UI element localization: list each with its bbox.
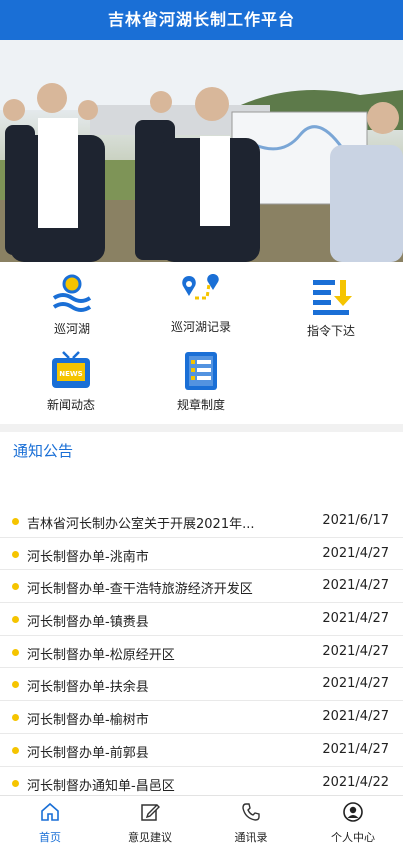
section-divider [0, 424, 403, 432]
notice-title: 河长制督办单-扶余县 [27, 680, 149, 696]
notice-date: 2021/4/27 [322, 578, 389, 594]
notice-title: 河长制督办单-松原经开区 [27, 647, 175, 663]
bullet-dot [12, 714, 19, 722]
notice-row[interactable]: 河长制督办单-松原经开区 2021/4/27 [0, 636, 403, 669]
page-title: 吉林省河湖长制工作平台 [107, 10, 295, 29]
notice-date: 2021/4/27 [322, 709, 389, 725]
notice-row[interactable]: 河长制督办单-镇赉县 2021/4/27 [0, 603, 403, 636]
bullet-dot [12, 583, 19, 591]
tab-suggestions[interactable]: 意见建议 [100, 796, 200, 850]
notice-list: 吉林省河长制办公室关于开展2021年... 2021/6/17 河长制督办单-洮… [0, 505, 403, 800]
notice-row[interactable]: 河长制督办单-前郭县 2021/4/27 [0, 734, 403, 767]
news-icon: NEWS [4, 348, 138, 392]
menu-river-patrol-label: 巡河湖 [53, 322, 90, 336]
banner-image[interactable] [0, 40, 403, 262]
menu-instruction[interactable]: 指令下达 [264, 274, 398, 348]
app-header: 吉林省河湖长制工作平台 [0, 0, 403, 40]
menu-news[interactable]: NEWS 新闻动态 [4, 348, 138, 422]
feature-grid: 巡河湖 巡河湖记录 指令下达 NEWS 新闻动态 规章制度 [0, 262, 403, 422]
tab-profile-label: 个人中心 [331, 831, 375, 844]
bullet-dot [12, 550, 19, 558]
notice-date: 2021/4/22 [322, 774, 389, 790]
notice-date: 2021/6/17 [322, 513, 389, 528]
phone-icon [201, 802, 301, 824]
notice-title: 河长制督办通知单-昌邑区 [27, 778, 175, 794]
regulations-icon [134, 348, 268, 392]
bullet-dot [12, 518, 19, 525]
tab-contacts[interactable]: 通讯录 [201, 796, 301, 850]
notice-date: 2021/4/27 [322, 643, 389, 659]
bullet-dot [12, 616, 19, 624]
bottom-tab-bar: 首页 意见建议 通讯录 个人中心 [0, 795, 403, 850]
bullet-dot [12, 779, 19, 787]
tab-contacts-label: 通讯录 [234, 831, 268, 844]
notice-row[interactable]: 河长制督办单-查干浩特旅游经济开发区 2021/4/27 [0, 570, 403, 604]
notice-date: 2021/4/27 [322, 741, 389, 757]
menu-patrol-record[interactable]: 巡河湖记录 [134, 270, 268, 344]
notice-title: 河长制督办单-榆树市 [27, 713, 149, 729]
notice-row[interactable]: 吉林省河长制办公室关于开展2021年... 2021/6/17 [0, 505, 403, 538]
bullet-dot [12, 746, 19, 754]
notice-title: 河长制督办单-洮南市 [27, 549, 149, 565]
menu-regulations-label: 规章制度 [176, 398, 225, 412]
patrol-record-icon [134, 270, 268, 314]
tab-home[interactable]: 首页 [0, 796, 100, 850]
instruction-icon [264, 274, 398, 318]
notice-date: 2021/4/27 [322, 676, 389, 692]
menu-regulations[interactable]: 规章制度 [134, 348, 268, 422]
bullet-dot [12, 648, 19, 656]
svg-text:NEWS: NEWS [59, 370, 82, 378]
river-patrol-icon [5, 272, 139, 316]
tab-home-label: 首页 [39, 831, 61, 844]
notice-section-title: 通知公告 [13, 442, 74, 460]
notice-title: 河长制督办单-镇赉县 [27, 615, 149, 631]
menu-news-label: 新闻动态 [46, 398, 95, 412]
notice-title: 吉林省河长制办公室关于开展2021年... [27, 517, 255, 532]
menu-patrol-record-label: 巡河湖记录 [170, 320, 231, 334]
user-icon [303, 802, 403, 824]
home-icon [0, 802, 100, 824]
bullet-dot [12, 681, 19, 689]
tab-profile[interactable]: 个人中心 [303, 796, 403, 850]
notice-row[interactable]: 河长制督办单-榆树市 2021/4/27 [0, 701, 403, 734]
edit-icon [100, 802, 200, 824]
menu-instruction-label: 指令下达 [306, 324, 355, 338]
notice-row[interactable]: 河长制督办单-扶余县 2021/4/27 [0, 668, 403, 702]
notice-date: 2021/4/27 [322, 611, 389, 627]
notice-title: 河长制督办单-查干浩特旅游经济开发区 [27, 582, 253, 598]
tab-suggestions-label: 意见建议 [128, 831, 172, 844]
notice-date: 2021/4/27 [322, 545, 389, 561]
notice-title: 河长制督办单-前郭县 [27, 745, 149, 761]
river-inspection-photo [0, 40, 403, 262]
notice-row[interactable]: 河长制督办单-洮南市 2021/4/27 [0, 538, 403, 571]
menu-river-patrol[interactable]: 巡河湖 [5, 272, 139, 346]
